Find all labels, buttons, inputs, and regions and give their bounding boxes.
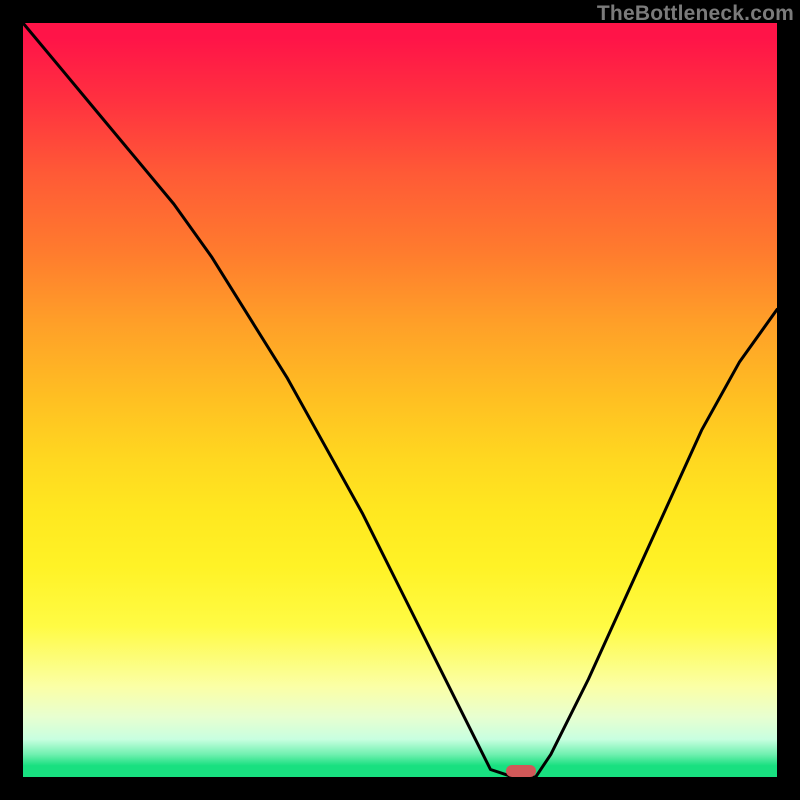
curve-path <box>23 23 777 777</box>
watermark-text: TheBottleneck.com <box>597 2 794 26</box>
chart-frame: TheBottleneck.com <box>0 0 800 800</box>
bottleneck-curve <box>23 23 777 777</box>
optimum-marker <box>506 765 536 777</box>
plot-area <box>23 23 777 777</box>
